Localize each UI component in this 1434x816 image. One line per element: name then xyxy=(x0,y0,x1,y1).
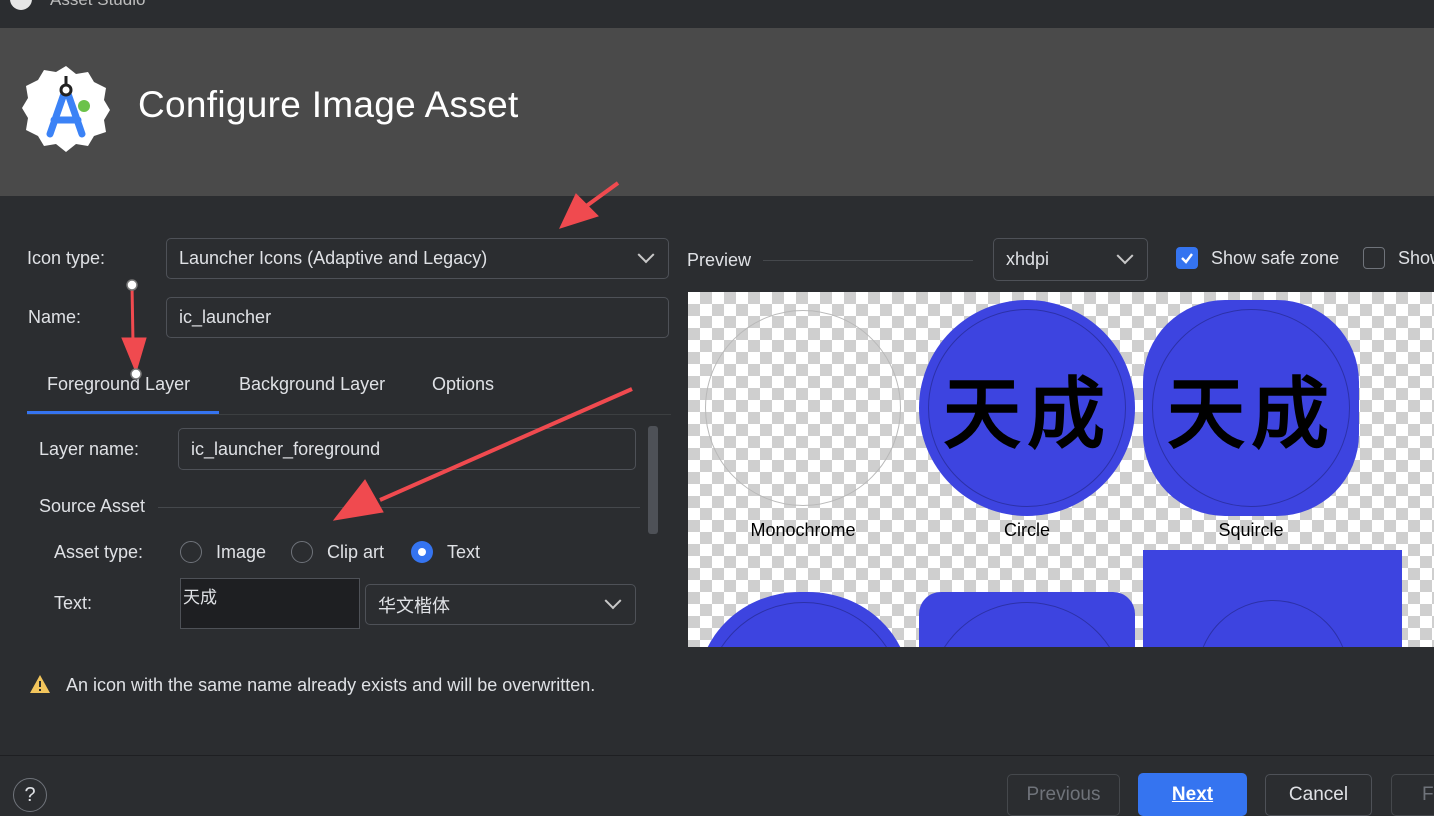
annotation-arrows-overlay xyxy=(121,181,633,521)
annotation-arrow-2 xyxy=(121,279,147,380)
annotation-arrow-1 xyxy=(559,181,620,229)
annotation-arrow-3 xyxy=(332,387,633,521)
